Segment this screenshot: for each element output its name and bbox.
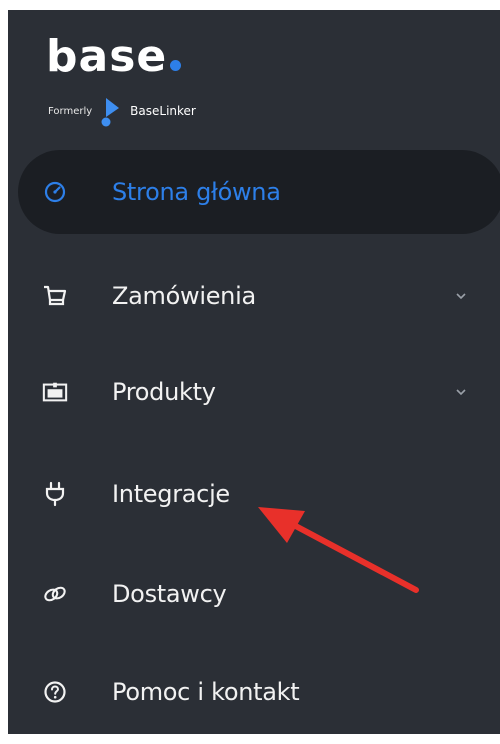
help-icon bbox=[42, 679, 68, 705]
former-brand-name: BaseLinker bbox=[130, 104, 196, 118]
sidebar-item-label: Dostawcy bbox=[112, 580, 227, 608]
sidebar-item-products[interactable]: Produkty bbox=[18, 350, 500, 434]
sidebar-item-label: Zamówienia bbox=[112, 282, 256, 310]
sidebar-item-orders[interactable]: Zamówienia bbox=[18, 254, 500, 338]
baselinker-logo-icon bbox=[101, 98, 120, 127]
sidebar-item-help[interactable]: Pomoc i kontakt bbox=[18, 650, 500, 734]
products-icon bbox=[42, 379, 68, 405]
sidebar-item-integrations[interactable]: Integracje bbox=[18, 452, 500, 536]
chevron-down-icon[interactable] bbox=[454, 289, 468, 303]
dashboard-icon bbox=[42, 179, 68, 205]
sidebar-item-label: Strona główna bbox=[112, 178, 281, 206]
sidebar-item-label: Integracje bbox=[112, 480, 230, 508]
sidebar-item-label: Produkty bbox=[112, 378, 216, 406]
base-logo[interactable]: base bbox=[46, 31, 182, 82]
sidebar-panel: base Formerly BaseLinker Strona główna Z… bbox=[8, 10, 500, 734]
chevron-down-icon[interactable] bbox=[454, 385, 468, 399]
link-icon bbox=[42, 581, 68, 607]
sidebar-item-suppliers[interactable]: Dostawcy bbox=[18, 552, 500, 636]
sidebar-item-label: Pomoc i kontakt bbox=[112, 678, 300, 706]
formerly-label: Formerly bbox=[48, 105, 93, 117]
logo-dot bbox=[170, 60, 182, 71]
formerly-baselinker: Formerly BaseLinker bbox=[48, 94, 196, 128]
plug-icon bbox=[42, 481, 68, 507]
base-logo-text: base bbox=[46, 31, 168, 82]
cart-icon bbox=[42, 283, 68, 309]
sidebar: base Formerly BaseLinker Strona główna Z… bbox=[0, 0, 500, 744]
sidebar-item-home[interactable]: Strona główna bbox=[18, 150, 500, 234]
